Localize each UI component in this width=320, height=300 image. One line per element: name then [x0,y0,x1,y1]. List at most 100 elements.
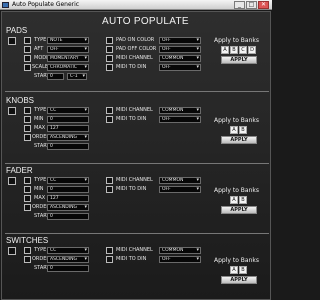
fader-min-input[interactable]: 0 [47,186,89,193]
pads-aft-checkbox[interactable] [24,46,31,53]
pads-divider [5,91,269,92]
pads-enable-checkbox[interactable] [8,37,16,45]
fader-min-label: MIN [34,186,44,192]
knobs-midi-to-din-checkbox[interactable] [106,116,113,123]
switches-type-dropdown[interactable]: CC [47,247,89,254]
pads-pad-off-color-dropdown[interactable]: OFF [159,46,201,53]
pads-scale-label: SCALE [32,64,49,70]
switches-midi-channel-checkbox[interactable] [106,247,113,254]
knobs-type-label: TYPE [34,107,47,113]
switches-section: SWITCHES TYPE CC ORDER ASCENDING START 0… [5,236,269,296]
switches-start-input[interactable]: 0 [47,265,89,272]
fader-type-dropdown[interactable]: CC [47,177,89,184]
pads-start-note-dropdown[interactable]: C-1 [67,73,87,80]
maximize-button[interactable]: □ [246,1,257,9]
fader-midi-channel-dropdown[interactable]: COMMON [159,177,201,184]
knobs-type-dropdown[interactable]: CC [47,107,89,114]
switches-midi-to-din-checkbox[interactable] [106,256,113,263]
fader-apply-button[interactable]: APPLY [221,206,257,214]
pads-bank-d-button[interactable]: D [248,46,256,54]
knobs-start-input[interactable]: 0 [47,143,89,150]
knobs-bank-a-button[interactable]: A [230,126,238,134]
window-title: Auto Populate Generic [12,1,80,8]
fader-min-checkbox[interactable] [24,186,31,193]
fader-start-input[interactable]: 0 [47,213,89,220]
pads-bank-b-button[interactable]: B [230,46,238,54]
pads-start-input[interactable]: 0 [47,73,64,80]
switches-apply-to-banks-label: Apply to Banks [214,257,259,264]
switches-type-label: TYPE [34,247,47,253]
fader-bank-a-button[interactable]: A [230,196,238,204]
fader-order-dropdown[interactable]: ASCENDING [47,204,89,211]
switches-bank-b-button[interactable]: B [239,266,247,274]
pads-midi-to-din-dropdown[interactable]: OFF [159,64,201,71]
knobs-min-label: MIN [34,116,44,122]
close-button[interactable]: ✕ [258,1,269,9]
knobs-midi-channel-checkbox[interactable] [106,107,113,114]
pads-type-checkbox[interactable] [24,37,31,44]
switches-order-dropdown[interactable]: ASCENDING [47,256,89,263]
knobs-midi-to-din-label: MIDI TO DIN [116,116,147,122]
fader-section: FADER TYPE CC MIN 0 MAX 127 ORDER ASCEND… [5,166,269,236]
fader-apply-to-banks-label: Apply to Banks [214,187,259,194]
pads-scale-dropdown[interactable]: CHROMATIC [47,64,89,71]
pads-scale-checkbox[interactable] [24,64,31,71]
pads-mode-checkbox[interactable] [24,55,31,62]
fader-midi-to-din-dropdown[interactable]: OFF [159,186,201,193]
switches-enable-checkbox[interactable] [8,247,16,255]
knobs-apply-to-banks-label: Apply to Banks [214,117,259,124]
knobs-apply-button[interactable]: APPLY [221,136,257,144]
pads-bank-c-button[interactable]: C [239,46,247,54]
fader-max-label: MAX [34,195,46,201]
fader-midi-channel-label: MIDI CHANNEL [116,177,153,183]
fader-divider [5,233,269,234]
knobs-order-checkbox[interactable] [24,134,31,141]
fader-max-input[interactable]: 127 [47,195,89,202]
fader-max-checkbox[interactable] [24,195,31,202]
pads-bank-a-button[interactable]: A [221,46,229,54]
pads-type-label: TYPE [34,37,47,43]
knobs-enable-checkbox[interactable] [8,107,16,115]
switches-midi-to-din-label: MIDI TO DIN [116,256,147,262]
knobs-midi-channel-dropdown[interactable]: COMMON [159,107,201,114]
knobs-max-input[interactable]: 127 [47,125,89,132]
knobs-type-checkbox[interactable] [24,107,31,114]
switches-title: SWITCHES [6,236,49,245]
pads-mode-dropdown[interactable]: MOMENTARY [47,55,89,62]
pads-apply-to-banks-label: Apply to Banks [214,37,259,44]
window-titlebar: Auto Populate Generic _ □ ✕ [0,0,272,10]
switches-midi-channel-dropdown[interactable]: COMMON [159,247,201,254]
knobs-order-dropdown[interactable]: ASCENDING [47,134,89,141]
minimize-button[interactable]: _ [234,1,245,9]
pads-midi-to-din-checkbox[interactable] [106,64,113,71]
fader-type-checkbox[interactable] [24,177,31,184]
knobs-divider [5,163,269,164]
fader-bank-b-button[interactable]: B [239,196,247,204]
fader-midi-to-din-checkbox[interactable] [106,186,113,193]
fader-midi-to-din-label: MIDI TO DIN [116,186,147,192]
knobs-min-checkbox[interactable] [24,116,31,123]
knobs-midi-channel-label: MIDI CHANNEL [116,107,153,113]
fader-enable-checkbox[interactable] [8,177,16,185]
pads-pad-on-color-dropdown[interactable]: OFF [159,37,201,44]
knobs-max-label: MAX [34,125,46,131]
switches-type-checkbox[interactable] [24,247,31,254]
knobs-max-checkbox[interactable] [24,125,31,132]
switches-order-checkbox[interactable] [24,256,31,263]
switches-apply-button[interactable]: APPLY [221,276,257,284]
knobs-bank-b-button[interactable]: B [239,126,247,134]
switches-midi-to-din-dropdown[interactable]: OFF [159,256,201,263]
pads-midi-channel-dropdown[interactable]: COMMON [159,55,201,62]
app-icon [2,2,9,8]
pads-aft-dropdown[interactable]: OFF [47,46,89,53]
fader-midi-channel-checkbox[interactable] [106,177,113,184]
pads-pad-off-color-checkbox[interactable] [106,46,113,53]
knobs-min-input[interactable]: 0 [47,116,89,123]
knobs-midi-to-din-dropdown[interactable]: OFF [159,116,201,123]
fader-order-checkbox[interactable] [24,204,31,211]
switches-bank-a-button[interactable]: A [230,266,238,274]
pads-midi-channel-checkbox[interactable] [106,55,113,62]
pads-type-dropdown[interactable]: NOTE [47,37,89,44]
pads-pad-on-color-checkbox[interactable] [106,37,113,44]
pads-apply-button[interactable]: APPLY [221,56,257,64]
